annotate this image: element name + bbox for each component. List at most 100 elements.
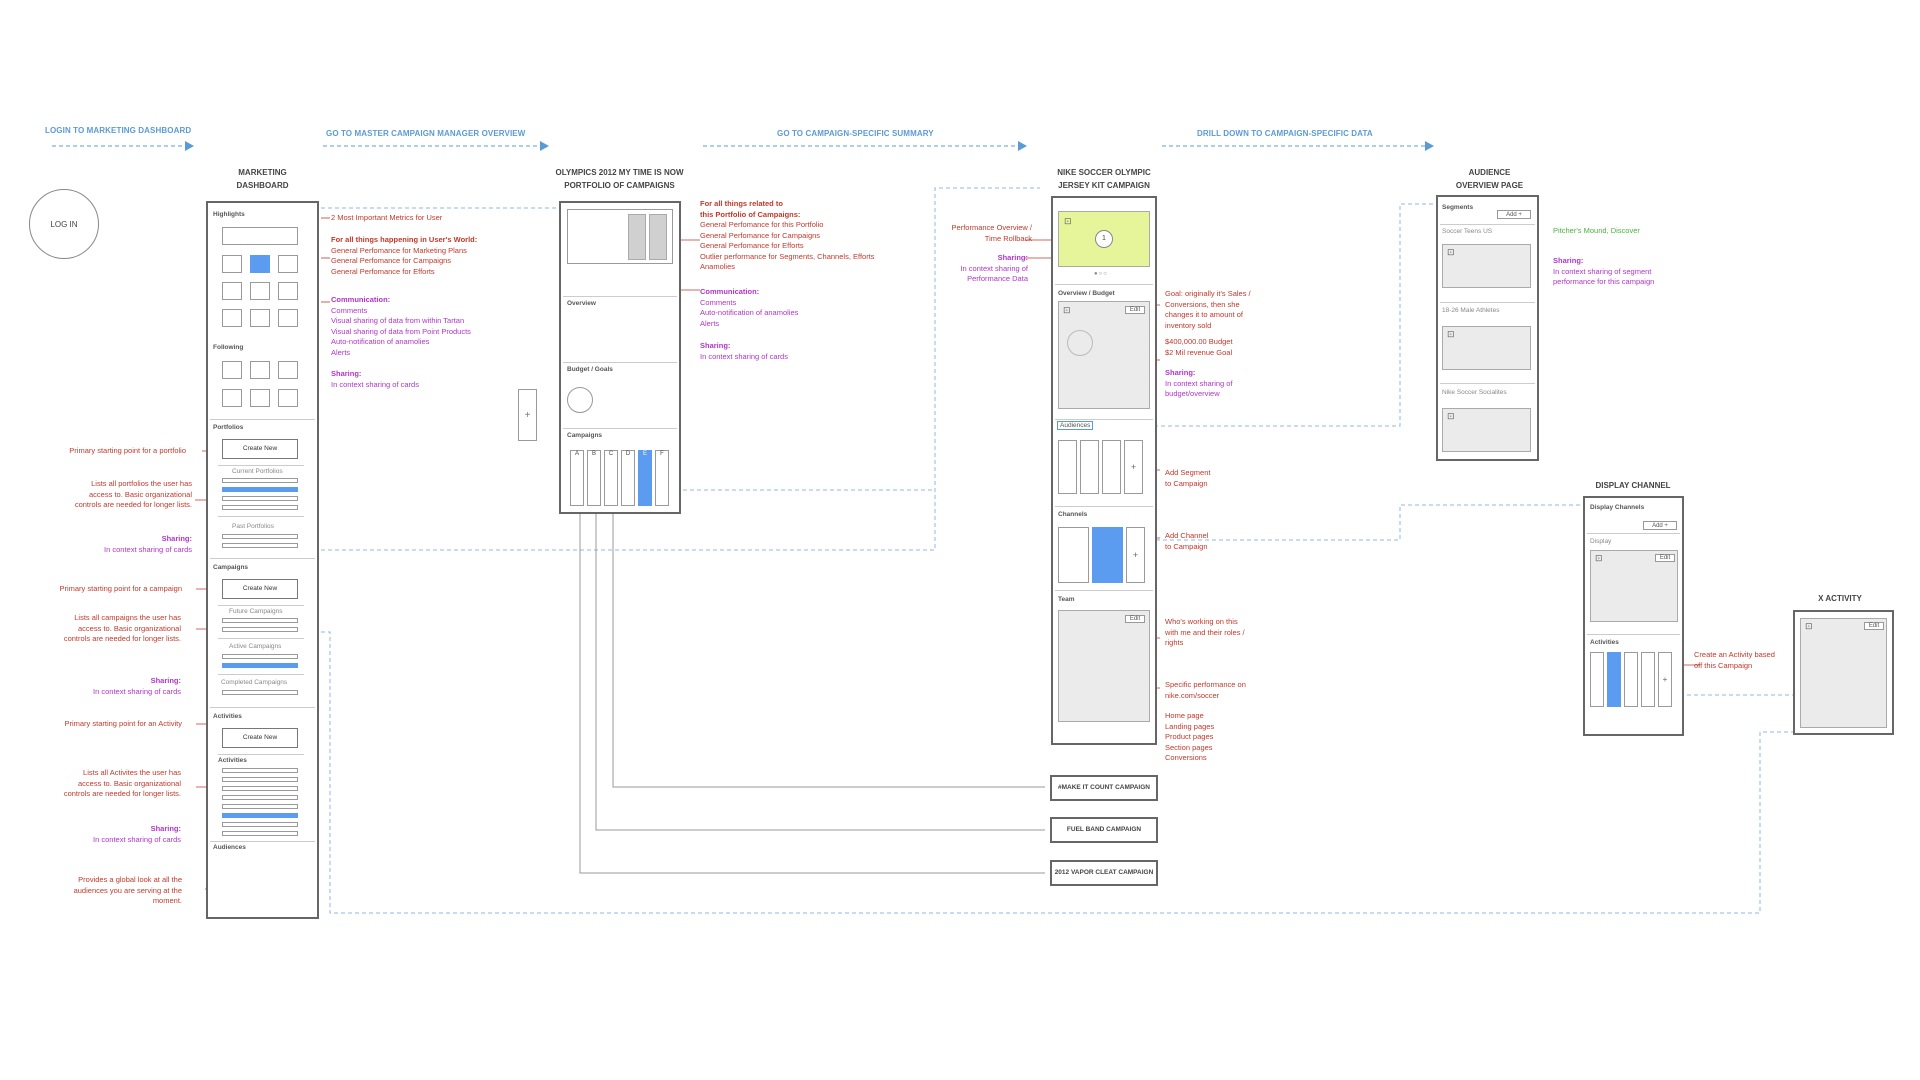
channel-card-selected[interactable]	[1092, 527, 1123, 583]
list-item[interactable]	[222, 795, 298, 800]
highlight-card[interactable]	[278, 255, 298, 273]
campaign-column-d[interactable]: D	[621, 450, 635, 506]
following-card[interactable]	[278, 389, 298, 407]
note-performance-overview: Performance Overview / Time Rollback	[920, 223, 1032, 244]
list-item[interactable]	[222, 543, 298, 548]
divider	[1055, 284, 1153, 285]
audience-card[interactable]	[1102, 440, 1121, 494]
list-item[interactable]	[222, 777, 298, 782]
note-line: Home page	[1165, 711, 1204, 720]
add-segment-button[interactable]: Add +	[1497, 210, 1531, 219]
highlight-metric-box[interactable]	[222, 227, 298, 245]
campaign-column-a[interactable]: A	[570, 450, 584, 506]
list-item[interactable]	[222, 478, 298, 483]
make-it-count-campaign-button[interactable]: #MAKE IT COUNT CAMPAIGN	[1050, 775, 1158, 801]
highlight-card[interactable]	[250, 282, 270, 300]
list-item-selected[interactable]	[222, 487, 298, 492]
segment-card[interactable]: ⊡	[1442, 326, 1531, 370]
add-channel-button[interactable]: +	[1126, 527, 1145, 583]
add-activity-button[interactable]: +	[1658, 652, 1672, 707]
login-button[interactable]: LOG IN	[29, 189, 99, 259]
highlight-card[interactable]	[222, 255, 242, 273]
divider	[218, 638, 304, 639]
list-item[interactable]	[222, 804, 298, 809]
add-portfolio-button[interactable]: +	[518, 389, 537, 441]
note-pitchers-mound: Pitcher's Mound, Discover	[1553, 226, 1640, 235]
list-item-selected[interactable]	[222, 813, 298, 818]
activity-card[interactable]: ⊡ Edit	[1800, 618, 1887, 728]
edit-team-button[interactable]: Edit	[1125, 615, 1145, 623]
activity-card[interactable]	[1590, 652, 1604, 707]
segment-label: 18-26 Male Athletes	[1442, 307, 1500, 314]
list-item[interactable]	[222, 496, 298, 501]
following-card[interactable]	[222, 361, 242, 379]
campaign-column-e[interactable]: E	[638, 450, 652, 506]
following-card[interactable]	[250, 389, 270, 407]
list-item[interactable]	[222, 690, 298, 695]
channel-card[interactable]	[1058, 527, 1089, 583]
activities-section-label: Activities	[213, 713, 242, 720]
note-line: rights	[1165, 638, 1184, 647]
vapor-cleat-campaign-button[interactable]: 2012 VAPOR CLEAT CAMPAIGN	[1050, 860, 1158, 886]
highlight-card-selected[interactable]	[250, 255, 270, 273]
activity-card-selected[interactable]	[1607, 652, 1621, 707]
audience-title: AUDIENCE OVERVIEW PAGE	[1437, 166, 1542, 192]
budget-card[interactable]: ⊡ Edit	[1058, 301, 1150, 409]
audience-card[interactable]	[1058, 440, 1077, 494]
carousel-dots[interactable]: ●○○	[1094, 271, 1108, 277]
list-item[interactable]	[222, 505, 298, 510]
edit-activity-button[interactable]: Edit	[1864, 622, 1884, 630]
note-line: Visual sharing of data from Point Produc…	[331, 326, 471, 336]
activity-card[interactable]	[1624, 652, 1638, 707]
create-activity-button[interactable]: Create New	[222, 728, 298, 748]
activity-card[interactable]	[1641, 652, 1655, 707]
note-line: inventory sold	[1165, 320, 1212, 330]
create-campaign-button[interactable]: Create New	[222, 579, 298, 599]
list-item[interactable]	[222, 822, 298, 827]
highlight-card[interactable]	[222, 282, 242, 300]
note-title: Sharing:	[700, 341, 731, 350]
list-item-selected[interactable]	[222, 663, 298, 668]
list-item[interactable]	[222, 618, 298, 623]
divider	[210, 558, 315, 559]
list-item[interactable]	[222, 534, 298, 539]
highlight-card[interactable]	[278, 309, 298, 327]
timeline-badge[interactable]: 1	[1095, 230, 1113, 248]
divider	[1587, 634, 1680, 635]
following-card[interactable]	[278, 361, 298, 379]
list-item[interactable]	[222, 768, 298, 773]
highlight-card[interactable]	[278, 282, 298, 300]
campaign-column-f[interactable]: F	[655, 450, 669, 506]
list-item[interactable]	[222, 654, 298, 659]
performance-overview-card[interactable]: ⊡ 1	[1058, 211, 1150, 267]
divider	[210, 419, 315, 420]
image-icon: ⊡	[1447, 247, 1455, 257]
audience-card[interactable]	[1080, 440, 1099, 494]
list-item[interactable]	[222, 627, 298, 632]
edit-budget-button[interactable]: Edit	[1125, 306, 1145, 314]
highlight-card[interactable]	[222, 309, 242, 327]
arrowhead-4	[1425, 141, 1434, 151]
create-portfolio-button[interactable]: Create New	[222, 439, 298, 459]
team-card[interactable]: Edit	[1058, 610, 1150, 722]
note-title: Sharing:	[1165, 368, 1196, 377]
segment-card[interactable]: ⊡	[1442, 408, 1531, 452]
edit-display-button[interactable]: Edit	[1655, 554, 1675, 562]
campaign-column-b[interactable]: B	[587, 450, 601, 506]
following-card[interactable]	[250, 361, 270, 379]
list-item[interactable]	[222, 786, 298, 791]
note-line: Lists all Activites the user has	[83, 768, 181, 777]
note-line: budget/overview	[1165, 389, 1220, 398]
list-item[interactable]	[222, 831, 298, 836]
add-segment-button[interactable]: +	[1124, 440, 1143, 494]
highlight-card[interactable]	[250, 309, 270, 327]
audiences-tab[interactable]: Audiences	[1057, 421, 1094, 430]
segment-card[interactable]: ⊡	[1442, 244, 1531, 288]
following-card[interactable]	[222, 389, 242, 407]
display-card[interactable]: ⊡ Edit	[1590, 550, 1678, 622]
add-display-channel-button[interactable]: Add +	[1643, 521, 1677, 530]
campaign-column-c[interactable]: C	[604, 450, 618, 506]
portfolio-chart-card[interactable]	[567, 209, 673, 264]
fuel-band-campaign-button[interactable]: FUEL BAND CAMPAIGN	[1050, 817, 1158, 843]
note-line: controls are needed for longer lists.	[63, 789, 181, 798]
